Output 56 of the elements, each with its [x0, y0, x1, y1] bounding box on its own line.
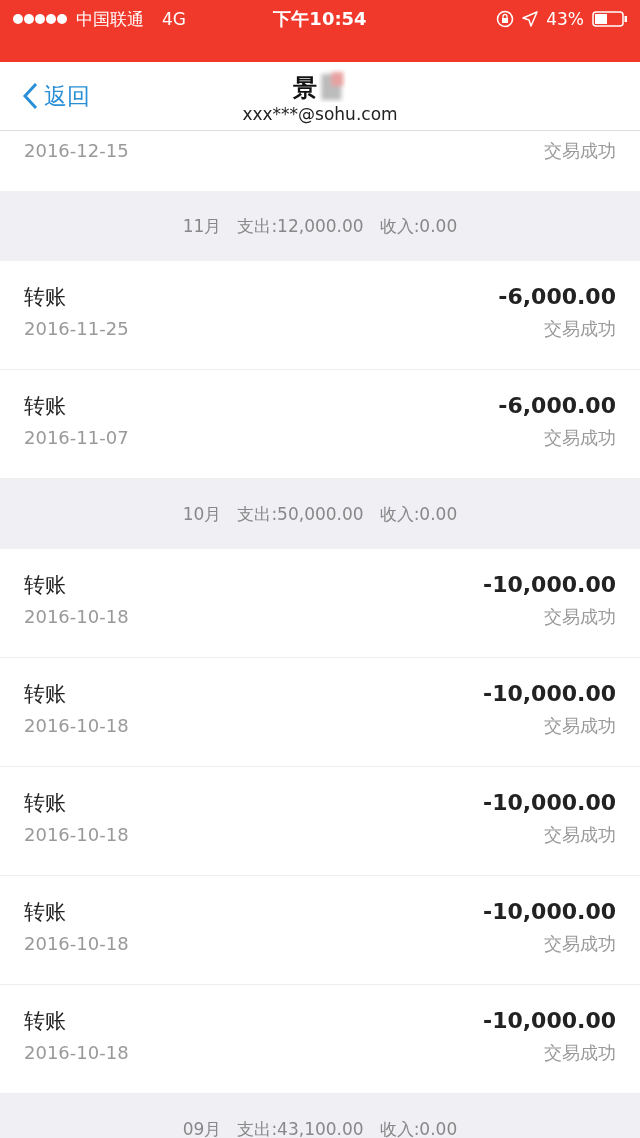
expense-total: 支出:43,100.00	[237, 1117, 364, 1138]
transaction-status: 交易成功	[544, 139, 616, 163]
transaction-status: 交易成功	[544, 932, 616, 956]
battery-icon	[592, 11, 628, 27]
transaction-row[interactable]: 转账 -6,000.00 2016-11-25 交易成功	[0, 261, 640, 370]
transaction-name: 转账	[24, 899, 66, 926]
transaction-name: 转账	[24, 790, 66, 817]
transaction-row[interactable]: 转账 -10,000.00 2016-10-18 交易成功	[0, 767, 640, 876]
expense-total: 支出:12,000.00	[237, 214, 364, 238]
location-arrow-icon	[522, 11, 539, 27]
transaction-date: 2016-11-25	[24, 318, 129, 339]
transaction-row[interactable]: 转账 -10,000.00 2016-10-18 交易成功	[0, 658, 640, 767]
transaction-amount: -10,000.00	[483, 1008, 616, 1033]
transaction-name: 转账	[24, 284, 66, 311]
transaction-name: 转账	[24, 1008, 66, 1035]
transaction-status: 交易成功	[544, 1041, 616, 1065]
back-button[interactable]: 返回	[22, 80, 90, 112]
month-label: 11月	[182, 214, 222, 238]
transaction-row[interactable]: 转账 -10,000.00 2016-10-18 交易成功	[0, 876, 640, 985]
transaction-amount: -6,000.00	[498, 393, 616, 418]
transaction-status: 交易成功	[544, 605, 616, 629]
transaction-amount: -10,000.00	[483, 899, 616, 924]
network-type: 4G	[162, 9, 186, 29]
transaction-status: 交易成功	[544, 714, 616, 738]
transaction-date: 2016-10-18	[24, 933, 129, 954]
income-total: 收入:0.00	[379, 502, 458, 526]
income-total: 收入:0.00	[379, 1117, 458, 1138]
carrier-name: 中国联通	[76, 7, 144, 31]
transaction-name: 转账	[24, 572, 66, 599]
signal-icon	[12, 13, 68, 25]
income-total: 收入:0.00	[379, 214, 458, 238]
status-time: 下午10:54	[273, 7, 367, 31]
transaction-date: 2016-11-07	[24, 427, 129, 448]
transaction-amount: -10,000.00	[483, 681, 616, 706]
battery-percent: 43%	[546, 9, 584, 29]
transaction-name: 转账	[24, 681, 66, 708]
transaction-date: 2016-10-18	[24, 606, 129, 627]
transaction-amount: -10,000.00	[483, 572, 616, 597]
rotation-lock-icon	[496, 10, 515, 28]
transaction-amount: -6,000.00	[498, 284, 616, 309]
transaction-amount: -10,000.00	[483, 790, 616, 815]
month-label: 10月	[182, 502, 222, 526]
contact-email: xxx***@sohu.com	[242, 104, 398, 124]
chevron-left-icon	[22, 82, 38, 110]
expense-total: 支出:50,000.00	[237, 502, 364, 526]
transaction-date: 2016-10-18	[24, 824, 129, 845]
transaction-row[interactable]: 转账 -10,000.00 2016-10-18 交易成功	[0, 549, 640, 658]
transaction-date: 2016-10-18	[24, 1042, 129, 1063]
transaction-date: 2016-12-15	[24, 140, 129, 161]
contact-name: 景	[293, 73, 317, 104]
transaction-name: 转账	[24, 393, 66, 420]
transaction-status: 交易成功	[544, 317, 616, 341]
transaction-date: 2016-10-18	[24, 715, 129, 736]
month-label: 09月	[182, 1117, 222, 1138]
transaction-status: 交易成功	[544, 823, 616, 847]
transaction-status: 交易成功	[544, 426, 616, 450]
